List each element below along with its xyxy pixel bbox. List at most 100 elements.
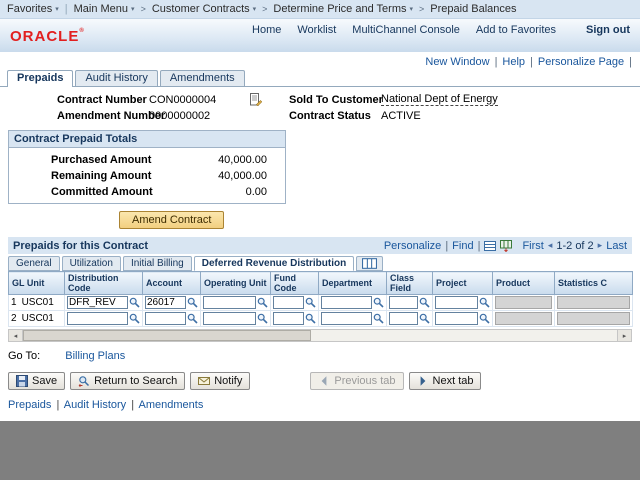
scrollbar-thumb[interactable]	[23, 330, 311, 341]
purchased-amount-row: Purchased Amount 40,000.00	[9, 152, 285, 168]
next-rows-icon[interactable]: ▸	[598, 240, 603, 251]
return-to-search-icon	[78, 375, 90, 387]
grid-tab-general[interactable]: General	[8, 256, 60, 271]
lookup-icon[interactable]	[257, 297, 268, 308]
tab-prepaids[interactable]: Prepaids	[7, 70, 74, 87]
prepaids-grid-header: Prepaids for this Contract Personalize |…	[8, 237, 632, 254]
lookup-icon[interactable]	[373, 313, 384, 324]
breadcrumb-current-page: Prepaid Balances	[430, 3, 516, 15]
scroll-right-button[interactable]: ▸	[617, 330, 631, 341]
fund-code-input[interactable]	[273, 312, 304, 325]
project-input[interactable]	[435, 312, 478, 325]
first-link[interactable]: First	[522, 240, 543, 252]
breadcrumb-divider: |	[64, 3, 68, 15]
sold-to-customer-label: Sold To Customer	[289, 93, 383, 106]
footer-link-prepaids[interactable]: Prepaids	[8, 399, 51, 411]
contract-prepaid-totals-box: Contract Prepaid Totals Purchased Amount…	[8, 130, 286, 204]
header-link-multichannel-console[interactable]: MultiChannel Console	[352, 24, 460, 36]
new-window-link[interactable]: New Window	[425, 56, 489, 68]
scroll-left-button[interactable]: ◂	[9, 330, 23, 341]
breadcrumb-favorites[interactable]: Favorites ▾	[7, 3, 59, 15]
class-field-input[interactable]	[389, 312, 418, 325]
page-tabs: Prepaids Audit History Amendments	[0, 68, 640, 87]
class-field-input[interactable]	[389, 296, 418, 309]
footer-link-audit-history[interactable]: Audit History	[64, 399, 126, 411]
sold-to-customer-value[interactable]: National Dept of Energy	[381, 93, 498, 106]
breadcrumb-customer-contracts[interactable]: Customer Contracts ▾	[152, 3, 256, 15]
scrollbar-track[interactable]	[311, 330, 617, 341]
contract-number-label: Contract Number	[57, 93, 147, 106]
lookup-icon[interactable]	[257, 313, 268, 324]
committed-amount-value: 0.00	[245, 186, 267, 198]
account-input[interactable]	[145, 312, 186, 325]
header-link-home[interactable]: Home	[252, 24, 281, 36]
grid-title: Prepaids for this Contract	[13, 239, 149, 252]
billing-plans-link[interactable]: Billing Plans	[65, 350, 125, 362]
grid-tab-deferred-revenue-distribution[interactable]: Deferred Revenue Distribution	[193, 256, 355, 271]
row-number: 2	[11, 313, 17, 324]
department-input[interactable]	[321, 296, 372, 309]
gl-unit-value: USC01	[21, 313, 54, 324]
lookup-icon[interactable]	[187, 297, 198, 308]
col-header-distribution-code: Distribution Code	[64, 271, 143, 295]
download-grid-icon[interactable]	[500, 240, 512, 252]
lookup-icon[interactable]	[479, 313, 490, 324]
registered-mark: ®	[79, 28, 84, 34]
previous-rows-icon[interactable]: ◂	[548, 240, 553, 251]
operating-unit-input[interactable]	[203, 312, 256, 325]
divider: |	[494, 55, 498, 68]
sign-out-link[interactable]: Sign out	[586, 24, 630, 36]
distribution-code-input[interactable]	[67, 312, 128, 325]
project-input[interactable]	[435, 296, 478, 309]
tab-audit-history[interactable]: Audit History	[75, 70, 158, 86]
divider: |	[445, 239, 449, 252]
divider: |	[131, 399, 135, 411]
fund-code-input[interactable]	[273, 296, 304, 309]
footer-link-amendments[interactable]: Amendments	[139, 399, 204, 411]
last-link[interactable]: Last	[606, 240, 627, 252]
find-link[interactable]: Find	[452, 240, 473, 252]
personalize-page-link[interactable]: Personalize Page	[538, 56, 624, 68]
breadcrumb-determine-price-and-terms[interactable]: Determine Price and Terms ▾	[273, 3, 413, 15]
lookup-icon[interactable]	[305, 297, 316, 308]
lookup-icon[interactable]	[305, 313, 316, 324]
gl-unit-cell: 1 USC01	[8, 294, 65, 311]
previous-tab-button[interactable]: Previous tab	[310, 372, 404, 390]
lookup-icon[interactable]	[419, 313, 430, 324]
tab-amendments[interactable]: Amendments	[159, 70, 245, 86]
lookup-icon[interactable]	[479, 297, 490, 308]
grid-row-1: 1 USC01	[8, 294, 633, 311]
distribution-code-input[interactable]	[67, 296, 128, 309]
row-number: 1	[11, 297, 17, 308]
chevron-down-icon: ▾	[409, 6, 414, 13]
operating-unit-input[interactable]	[203, 296, 256, 309]
grid-tab-initial-billing[interactable]: Initial Billing	[122, 256, 192, 271]
page-utility-bar: New Window | Help | Personalize Page |	[0, 52, 640, 68]
save-button[interactable]: Save	[8, 372, 66, 390]
lookup-icon[interactable]	[129, 313, 140, 324]
contract-notes-icon[interactable]	[249, 93, 262, 106]
help-link[interactable]: Help	[502, 56, 525, 68]
lookup-icon[interactable]	[187, 313, 198, 324]
totals-box-title: Contract Prepaid Totals	[9, 131, 285, 148]
gl-unit-value: USC01	[21, 297, 54, 308]
amend-contract-button[interactable]: Amend Contract	[119, 211, 225, 229]
grid-tab-utilization[interactable]: Utilization	[61, 256, 121, 271]
next-tab-icon	[417, 375, 429, 387]
show-all-columns-tab[interactable]	[356, 256, 384, 271]
lookup-icon[interactable]	[419, 297, 430, 308]
header-link-add-to-favorites[interactable]: Add to Favorites	[476, 24, 556, 36]
return-to-search-button[interactable]: Return to Search	[70, 372, 186, 390]
col-header-project: Project	[432, 271, 493, 295]
lookup-icon[interactable]	[129, 297, 140, 308]
header-link-worklist[interactable]: Worklist	[297, 24, 336, 36]
next-tab-button[interactable]: Next tab	[408, 372, 482, 390]
grid-horizontal-scrollbar: ◂ ▸	[8, 329, 632, 342]
personalize-link[interactable]: Personalize	[384, 240, 441, 252]
lookup-icon[interactable]	[373, 297, 384, 308]
account-input[interactable]	[145, 296, 186, 309]
breadcrumb-main-menu[interactable]: Main Menu ▾	[74, 3, 135, 15]
department-input[interactable]	[321, 312, 372, 325]
view-all-icon[interactable]	[484, 240, 496, 252]
notify-button[interactable]: Notify	[190, 372, 251, 390]
